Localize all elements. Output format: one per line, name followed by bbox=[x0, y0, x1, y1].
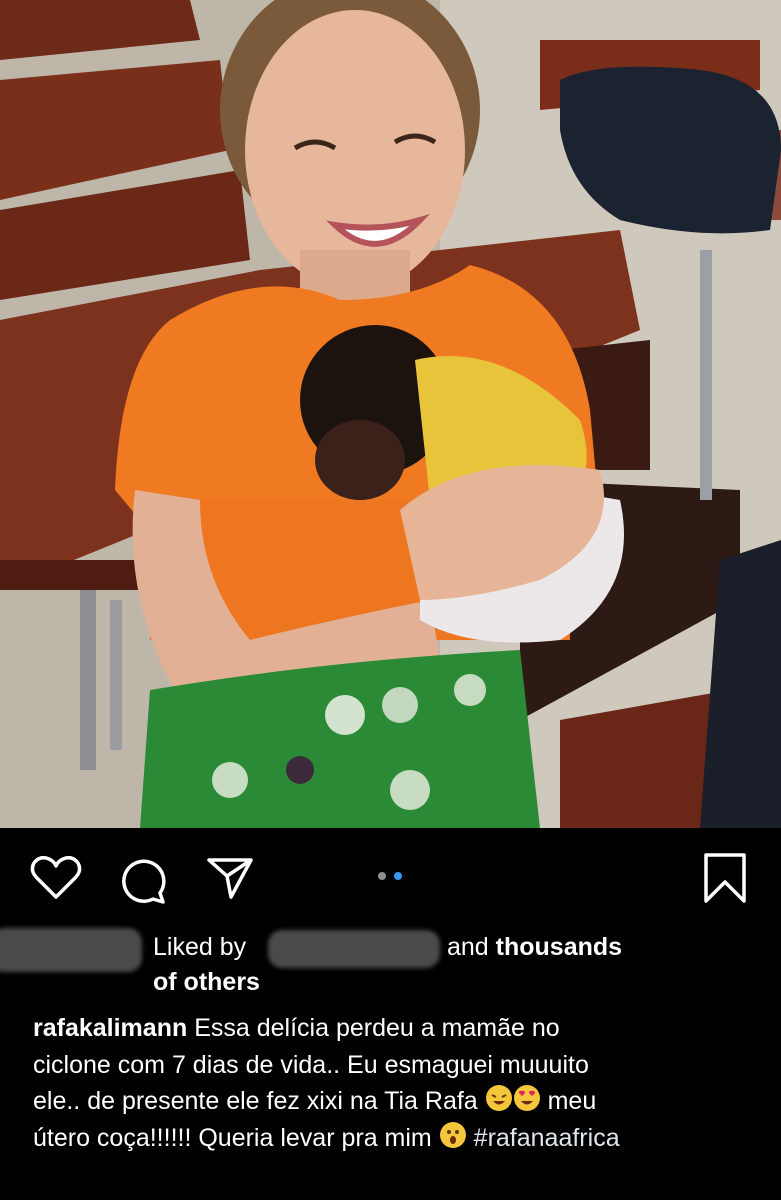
likes-thousands: thousands bbox=[495, 933, 623, 961]
caption-text-3b: meu bbox=[547, 1087, 597, 1115]
bookmark-icon[interactable] bbox=[702, 852, 748, 904]
caption-line-4: útero coça!!!!!! Queria levar pra mim #r… bbox=[33, 1120, 753, 1157]
post-photo[interactable] bbox=[0, 0, 781, 828]
heart-eyes-emoji-icon bbox=[513, 1084, 541, 1112]
heart-icon[interactable] bbox=[30, 855, 82, 901]
comment-icon[interactable] bbox=[118, 857, 170, 905]
likes-count-text[interactable]: and thousands bbox=[447, 930, 622, 964]
likes-conjunction: and bbox=[447, 933, 489, 961]
carousel-dot-inactive bbox=[378, 872, 386, 880]
shocked-emoji-icon bbox=[439, 1121, 467, 1149]
caption-hashtag[interactable]: #rafanaafrica bbox=[474, 1124, 620, 1152]
likes-of-others[interactable]: of others bbox=[153, 965, 260, 999]
share-icon[interactable] bbox=[206, 856, 254, 900]
carousel-indicator bbox=[372, 870, 412, 882]
redacted-avatar bbox=[0, 928, 142, 972]
caption-text-1: Essa delícia perdeu a mamãe no bbox=[194, 1014, 560, 1042]
liked-by-label: Liked by bbox=[153, 933, 247, 961]
caption-text-4: útero coça!!!!!! Queria levar pra mim bbox=[33, 1123, 432, 1152]
caption-text-3: ele.. de presente ele fez xixi na Tia Ra… bbox=[33, 1087, 478, 1115]
post-caption: rafakalimann Essa delícia perdeu a mamãe… bbox=[33, 1010, 753, 1156]
likes-summary: Liked by and thousands of others bbox=[0, 922, 781, 1002]
laughing-emoji-icon bbox=[485, 1084, 513, 1112]
caption-line-3: ele.. de presente ele fez xixi na Tia Ra… bbox=[33, 1083, 753, 1120]
caption-username[interactable]: rafakalimann bbox=[33, 1014, 187, 1042]
carousel-dot-active bbox=[394, 872, 402, 880]
caption-line-1: rafakalimann Essa delícia perdeu a mamãe… bbox=[33, 1010, 753, 1047]
redacted-username bbox=[268, 930, 440, 968]
caption-line-2: ciclone com 7 dias de vida.. Eu esmaguei… bbox=[33, 1050, 589, 1079]
